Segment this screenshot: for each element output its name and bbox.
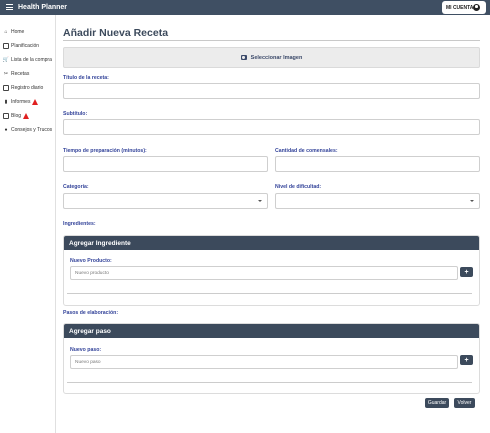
prep-time-label: Tiempo de preparación (minutos): — [63, 148, 147, 154]
notebook-icon — [3, 85, 9, 91]
image-icon — [240, 55, 247, 60]
lightbulb-icon: ● — [4, 127, 8, 133]
account-button[interactable]: MI CUENTA — [442, 1, 486, 14]
hamburger-menu-icon[interactable] — [6, 4, 13, 10]
warning-icon — [23, 113, 30, 119]
sidebar-item-label: Planificación — [11, 43, 40, 49]
add-ingredient-button[interactable]: + — [460, 267, 473, 277]
sidebar-item-label: Lista de la compra — [11, 57, 52, 63]
ingredient-list-divider — [67, 293, 472, 294]
chevron-down-icon — [258, 200, 262, 202]
new-step-input[interactable]: Nuevo paso — [70, 355, 458, 369]
home-icon: ⌂ — [4, 29, 8, 35]
select-image-button[interactable]: Seleccionar Imagen — [63, 47, 480, 68]
new-product-placeholder: Nuevo producto — [75, 270, 109, 276]
sidebar-item-label: Informes — [11, 99, 31, 105]
title-divider — [63, 40, 480, 41]
sidebar-item-planificacion[interactable]: Planificación — [3, 41, 39, 51]
category-label: Categoría: — [63, 184, 89, 190]
new-product-input[interactable]: Nuevo producto — [70, 266, 458, 280]
sidebar-item-consejos[interactable]: ● Consejos y Trucos — [3, 125, 52, 135]
add-step-button[interactable]: + — [460, 355, 473, 365]
top-navbar: Health Planner MI CUENTA — [0, 0, 490, 15]
sidebar-item-registro-diario[interactable]: Registro diario — [3, 83, 43, 93]
servings-input[interactable] — [275, 156, 480, 172]
sidebar-item-lista-compra[interactable]: 🛒 Lista de la compra — [3, 55, 52, 65]
book-icon — [3, 113, 9, 119]
page-title: Añadir Nueva Receta — [63, 27, 169, 39]
new-step-label: Nuevo paso: — [70, 347, 102, 353]
sidebar-item-recetas[interactable]: ✂ Recetas — [3, 69, 29, 79]
sidebar-item-label: Registro diario — [11, 85, 44, 91]
sidebar-item-label: Home — [11, 29, 25, 35]
category-select[interactable] — [63, 193, 268, 209]
sidebar-item-home[interactable]: ⌂ Home — [3, 27, 24, 37]
calendar-icon — [3, 43, 9, 49]
select-image-label: Seleccionar Imagen — [250, 54, 303, 61]
utensils-icon: ✂ — [3, 71, 9, 77]
sidebar-item-label: Recetas — [11, 71, 30, 77]
subtitle-label: Subtítulo: — [63, 111, 88, 117]
add-step-header: Agregar paso — [64, 324, 479, 338]
back-button[interactable]: Volver — [454, 398, 475, 408]
account-label: MI CUENTA — [446, 4, 474, 11]
new-step-placeholder: Nuevo paso — [75, 359, 101, 365]
steps-section-label: Pasos de elaboración: — [63, 310, 119, 316]
sidebar: ⌂ Home Planificación 🛒 Lista de la compr… — [0, 15, 56, 433]
user-icon — [473, 4, 480, 11]
app-title: Health Planner — [18, 4, 68, 11]
sidebar-item-informes[interactable]: ▮ Informes — [3, 97, 39, 107]
servings-label: Cantidad de comensales: — [275, 148, 338, 154]
difficulty-label: Nivel de dificultad: — [275, 184, 322, 190]
bar-chart-icon: ▮ — [4, 99, 8, 105]
difficulty-select[interactable] — [275, 193, 480, 209]
warning-icon — [32, 99, 39, 105]
chevron-down-icon — [470, 200, 474, 202]
sidebar-item-label: Blog — [11, 113, 22, 119]
ingredients-section-label: Ingredientes: — [63, 221, 96, 227]
sidebar-item-blog[interactable]: Blog — [3, 111, 30, 121]
prep-time-input[interactable] — [63, 156, 268, 172]
subtitle-input[interactable] — [63, 119, 480, 135]
sidebar-item-label: Consejos y Trucos — [11, 127, 53, 133]
add-ingredient-card: Agregar Ingrediente Nuevo Producto: Nuev… — [63, 235, 480, 306]
add-step-card: Agregar paso Nuevo paso: Nuevo paso + — [63, 323, 480, 394]
recipe-title-label: Título de la receta: — [63, 75, 109, 81]
shopping-basket-icon: 🛒 — [2, 57, 10, 63]
recipe-title-input[interactable] — [63, 83, 480, 99]
step-list-divider — [67, 382, 472, 383]
add-ingredient-header: Agregar Ingrediente — [64, 236, 479, 250]
save-button[interactable]: Guardar — [425, 398, 449, 408]
new-product-label: Nuevo Producto: — [70, 258, 112, 264]
